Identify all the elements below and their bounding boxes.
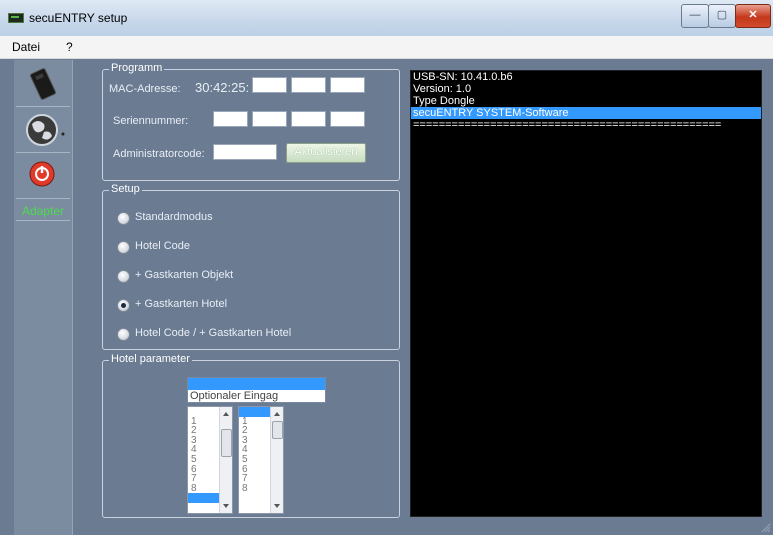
console-line-selected[interactable]: secuENTRY SYSTEM-Software [411, 107, 761, 119]
radio-label: Hotel Code [135, 240, 191, 252]
sidebar-divider [16, 152, 70, 153]
update-button[interactable]: Aktualisieren [286, 143, 366, 163]
sidebar-divider [16, 106, 70, 107]
globe-icon [26, 114, 65, 146]
radio-label: + Gastkarten Objekt [135, 269, 234, 281]
radio-button[interactable] [117, 241, 130, 254]
setup-group: Setup Standardmodus Hotel Code + Gastkar… [102, 183, 400, 350]
window-title: secuENTRY setup [29, 11, 128, 25]
hotel-parameter-legend: Hotel parameter [109, 353, 192, 365]
serial-field-3[interactable] [291, 111, 326, 127]
mac-prefix: 30:42:25: [195, 80, 250, 95]
power-icon [29, 161, 55, 187]
sidebar-divider [16, 220, 70, 221]
scroll-thumb[interactable] [221, 429, 232, 457]
mac-field-2[interactable] [291, 77, 326, 93]
menu-help[interactable]: ? [66, 40, 73, 54]
scrollbar[interactable] [219, 407, 232, 513]
menu-bar: Datei ? [0, 36, 773, 59]
digit-list-2[interactable]: 1 2 3 4 5 6 7 8 [238, 406, 284, 514]
setup-legend: Setup [109, 183, 142, 195]
console-line: Version: 1.0 [413, 83, 472, 95]
serial-label: Seriennummer: [113, 115, 189, 127]
title-bar[interactable]: secuENTRY setup — ▢ ✕ [0, 0, 773, 36]
hotel-parameter-group: Hotel parameter Zimmernr. Optionaler Ein… [102, 353, 400, 518]
radio-button[interactable] [117, 328, 130, 341]
dropdown-option[interactable]: Optionaler Eingag [188, 390, 325, 402]
sidebar-divider [16, 198, 70, 199]
radio-button-selected[interactable] [117, 299, 130, 312]
maximize-button[interactable]: ▢ [708, 4, 736, 28]
radio-button[interactable] [117, 212, 130, 225]
minimize-button[interactable]: — [681, 4, 709, 28]
app-logo-icon [8, 13, 24, 23]
mac-field-1[interactable] [252, 77, 287, 93]
serial-field-1[interactable] [213, 111, 248, 127]
hotel-parameter-dropdown[interactable]: Zimmernr. Optionaler Eingag [187, 377, 326, 403]
mac-label: MAC-Adresse: [109, 83, 181, 95]
serial-field-4[interactable] [330, 111, 365, 127]
admin-code-field[interactable] [213, 144, 277, 160]
serial-field-2[interactable] [252, 111, 287, 127]
mac-field-3[interactable] [330, 77, 365, 93]
scroll-up-icon[interactable] [223, 412, 229, 416]
scroll-down-icon[interactable] [274, 504, 280, 508]
scroll-up-icon[interactable] [274, 412, 280, 416]
dongle-icon [29, 68, 57, 100]
sidebar: Adapter [14, 60, 73, 535]
radio-label: Hotel Code / + Gastkarten Hotel [135, 327, 292, 339]
adapter-label: Adapter [22, 204, 65, 218]
console-output[interactable]: USB-SN: 10.41.0.b6 Version: 1.0 Type Don… [410, 70, 762, 517]
scroll-thumb[interactable] [272, 421, 283, 439]
dongle-button[interactable] [16, 64, 70, 104]
network-button[interactable] [16, 110, 70, 150]
programm-legend: Programm [109, 62, 165, 74]
menu-datei[interactable]: Datei [12, 40, 40, 54]
dropdown-option[interactable]: Zimmernr. [188, 378, 325, 390]
resize-grip-icon[interactable] [761, 523, 771, 533]
console-separator: ========================================… [413, 119, 722, 131]
radio-button[interactable] [117, 270, 130, 283]
scrollbar[interactable] [270, 407, 283, 513]
scroll-down-icon[interactable] [223, 504, 229, 508]
close-button[interactable]: ✕ [735, 4, 771, 28]
power-button[interactable] [16, 156, 70, 196]
admin-code-label: Administratorcode: [113, 148, 205, 160]
digit-list-1[interactable]: 1 2 3 4 5 6 7 8 [187, 406, 233, 514]
console-line: USB-SN: 10.41.0.b6 [413, 71, 513, 83]
radio-label: + Gastkarten Hotel [135, 298, 228, 310]
console-line: Type Dongle [413, 95, 475, 107]
app-window: secuENTRY setup — ▢ ✕ Datei ? Adapter Pr… [0, 0, 773, 535]
radio-label: Standardmodus [135, 211, 213, 223]
programm-group: Programm MAC-Adresse: 30:42:25: Seriennu… [102, 62, 400, 181]
